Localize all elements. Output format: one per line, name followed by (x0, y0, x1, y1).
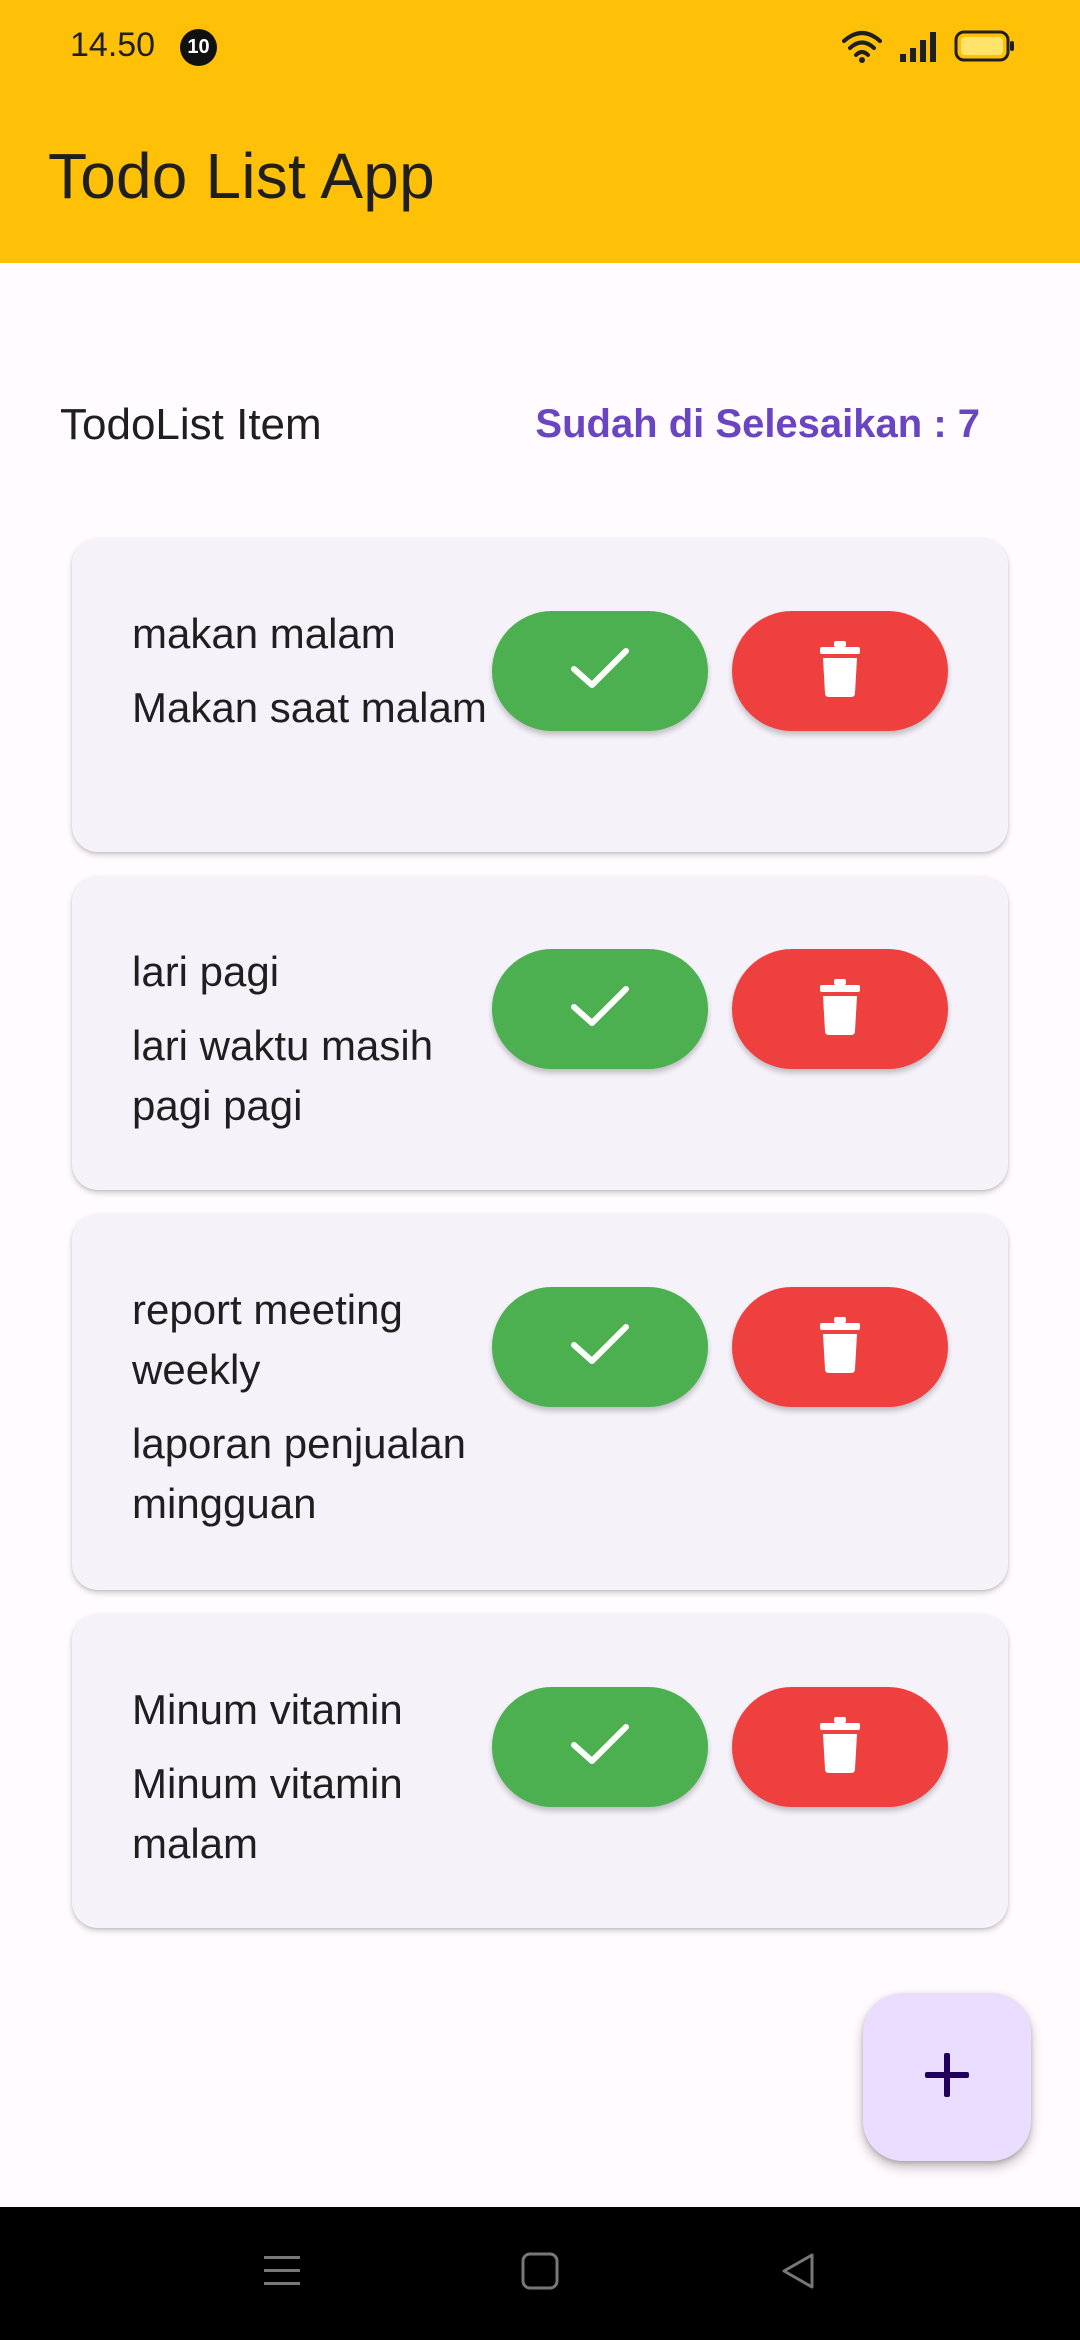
check-icon (570, 647, 630, 696)
todo-list: makan malam Makan saat malam lari pagi l… (72, 538, 1008, 1952)
todo-card: Minum vitamin Minum vitamin malam (72, 1614, 1008, 1928)
plus-icon (923, 2051, 971, 2104)
home-icon (520, 2251, 560, 2296)
home-button[interactable] (510, 2243, 570, 2303)
delete-button[interactable] (732, 1287, 948, 1407)
section-title: TodoList Item (60, 400, 322, 449)
check-icon (570, 1723, 630, 1772)
complete-button[interactable] (492, 1687, 708, 1807)
completed-count-label: Sudah di Selesaikan : 7 (535, 402, 980, 446)
todo-card: makan malam Makan saat malam (72, 538, 1008, 852)
trash-icon (820, 1316, 860, 1378)
status-time: 14.50 (70, 26, 156, 64)
signal-icon (898, 30, 938, 67)
status-icons (842, 27, 1016, 69)
add-todo-button[interactable] (863, 1993, 1031, 2161)
check-icon (570, 985, 630, 1034)
todo-card: report meeting weekly laporan penjualan … (72, 1214, 1008, 1590)
check-icon (570, 1323, 630, 1372)
system-nav-bar (0, 2207, 1080, 2340)
todo-text: makan malam Makan saat malam (132, 604, 512, 738)
todo-text: Minum vitamin Minum vitamin malam (132, 1680, 512, 1874)
todo-text: report meeting weekly laporan penjualan … (132, 1280, 512, 1534)
delete-button[interactable] (732, 949, 948, 1069)
todo-title: makan malam (132, 610, 396, 657)
app-bar: Todo List App (0, 95, 1080, 263)
todo-card: lari pagi lari waktu masih pagi pagi (72, 876, 1008, 1190)
back-icon (778, 2251, 818, 2296)
delete-button[interactable] (732, 611, 948, 731)
todo-description: Makan saat malam (132, 684, 487, 731)
todo-description: lari waktu masih pagi pagi (132, 1022, 434, 1129)
trash-icon (820, 978, 860, 1040)
back-button[interactable] (768, 2243, 828, 2303)
complete-button[interactable] (492, 611, 708, 731)
trash-icon (820, 640, 860, 702)
todo-description: laporan penjualan mingguan (132, 1420, 466, 1527)
complete-button[interactable] (492, 949, 708, 1069)
complete-button[interactable] (492, 1287, 708, 1407)
delete-button[interactable] (732, 1687, 948, 1807)
app-title: Todo List App (48, 140, 435, 212)
status-bar: 14.50 10 (0, 0, 1080, 95)
trash-icon (820, 1716, 860, 1778)
todo-title: lari pagi (132, 948, 280, 995)
todo-text: lari pagi lari waktu masih pagi pagi (132, 942, 512, 1136)
battery-icon (954, 29, 1016, 68)
section-header: TodoList Item Sudah di Selesaikan : 7 (60, 400, 1020, 456)
menu-icon (262, 2253, 302, 2294)
todo-description: Minum vitamin malam (132, 1760, 403, 1867)
todo-title: report meeting weekly (132, 1286, 403, 1393)
todo-title: Minum vitamin (132, 1686, 403, 1733)
notification-count-badge: 10 (180, 29, 217, 66)
wifi-icon (842, 29, 882, 68)
recent-apps-button[interactable] (252, 2243, 312, 2303)
